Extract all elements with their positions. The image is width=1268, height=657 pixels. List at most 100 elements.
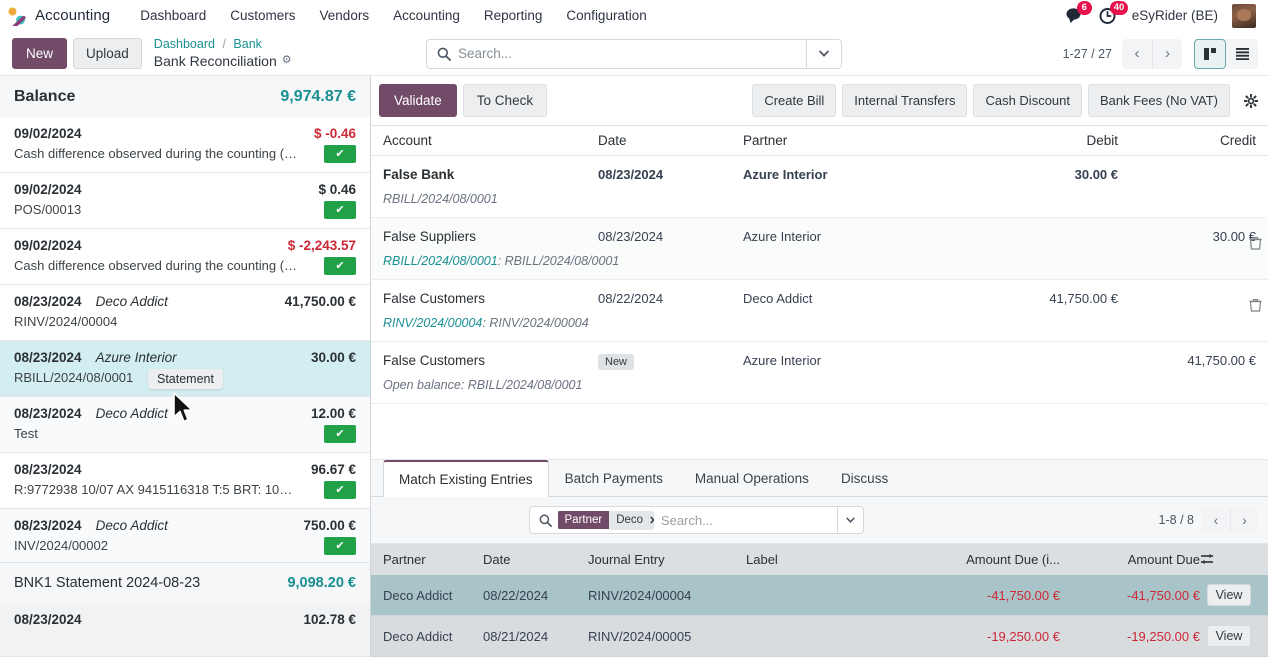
journal-item-reference: Open balance: RBILL/2024/08/0001 <box>383 378 582 392</box>
delete-row-icon[interactable] <box>1249 298 1262 315</box>
cash-discount-button[interactable]: Cash Discount <box>973 84 1082 117</box>
facet-remove-icon[interactable]: ✕ <box>649 514 654 527</box>
tab-discuss[interactable]: Discuss <box>825 460 904 497</box>
match-next-page-button[interactable]: › <box>1230 507 1258 533</box>
match-search-input[interactable] <box>661 513 837 528</box>
search-dropdown-toggle[interactable] <box>806 40 841 68</box>
create-bill-button[interactable]: Create Bill <box>752 84 836 117</box>
gear-icon[interactable]: ⚙ <box>282 54 292 68</box>
facet-value-wrapper: Deco ✕ <box>609 511 654 530</box>
statement-line[interactable]: 09/02/2024$ 0.46POS/00013✔ <box>0 173 370 229</box>
statement-line-reference: INV/2024/00002 <box>14 538 108 553</box>
reconciled-check-icon: ✔ <box>324 201 356 219</box>
journal-item-debit: 30.00 € <box>973 167 1136 206</box>
column-header-date: Date <box>483 552 588 567</box>
nav-item-customers[interactable]: Customers <box>218 4 307 27</box>
upload-button[interactable]: Upload <box>73 38 142 70</box>
match-search-dropdown-toggle[interactable] <box>837 507 863 533</box>
journal-item-credit <box>1136 167 1256 206</box>
breadcrumb-dashboard[interactable]: Dashboard <box>154 37 215 51</box>
nav-item-accounting[interactable]: Accounting <box>381 4 472 27</box>
statement-line-amount: 102.78 € <box>303 612 356 627</box>
statement-group-header[interactable]: BNK1 Statement 2024-08-23 9,098.20 € <box>0 562 370 603</box>
journal-item-partner: Azure Interior <box>743 229 973 268</box>
breadcrumb-bank[interactable]: Bank <box>233 37 262 51</box>
match-previous-page-button[interactable]: ‹ <box>1202 507 1230 533</box>
reconcile-tabs: Match Existing Entries Batch Payments Ma… <box>371 460 1268 497</box>
search-facet-partner[interactable]: Partner Deco ✕ <box>558 510 654 530</box>
journal-item-row[interactable]: False CustomersNewAzure Interior41,750.0… <box>371 342 1268 404</box>
match-entry-journal: RINV/2024/00004 <box>588 588 746 603</box>
navbar-right: 6 40 eSyRider (BE) <box>1066 4 1260 28</box>
match-pager-arrows: ‹ › <box>1202 507 1258 533</box>
tab-match-existing-entries[interactable]: Match Existing Entries <box>383 460 549 497</box>
statement-line-trailing[interactable]: 08/23/2024 102.78 € <box>0 603 370 657</box>
to-check-button[interactable]: To Check <box>463 84 547 117</box>
match-entry-date: 08/21/2024 <box>483 629 588 644</box>
kanban-view-button[interactable] <box>1194 39 1226 69</box>
toolbar-gear-icon[interactable] <box>1236 94 1262 108</box>
journal-item-row[interactable]: False Suppliers08/23/2024Azure Interior3… <box>371 218 1268 280</box>
journal-item-row[interactable]: False Bank08/23/2024Azure Interior30.00 … <box>371 156 1268 218</box>
statement-line[interactable]: 08/23/2024Deco Addict12.00 €Test✔ <box>0 397 370 453</box>
view-entry-button[interactable]: View <box>1207 584 1252 606</box>
match-filter-bar: Partner Deco ✕ 1-8 / 8 <box>371 497 1268 544</box>
column-header-account: Account <box>383 133 598 148</box>
list-view-button[interactable] <box>1226 39 1258 69</box>
nav-item-vendors[interactable]: Vendors <box>308 4 382 27</box>
match-search-bar: Partner Deco ✕ <box>529 506 864 534</box>
journal-item-credit: 41,750.00 € <box>1136 353 1256 392</box>
journal-item-reference: RBILL/2024/08/0001 <box>383 192 498 206</box>
statement-line[interactable]: 08/23/2024Deco Addict41,750.00 €RINV/202… <box>0 285 370 341</box>
activities-button[interactable]: 40 <box>1099 7 1118 25</box>
validate-button[interactable]: Validate <box>379 84 457 117</box>
view-entry-button[interactable]: View <box>1207 625 1252 647</box>
user-menu-label[interactable]: eSyRider (BE) <box>1132 8 1218 23</box>
statement-line[interactable]: 08/23/202496.67 €R:9772938 10/07 AX 9415… <box>0 453 370 509</box>
panel-spacer <box>371 404 1268 460</box>
search-input[interactable] <box>458 40 806 68</box>
journal-item-partner: Azure Interior <box>743 167 973 206</box>
journal-item-row[interactable]: False Customers08/22/2024Deco Addict41,7… <box>371 280 1268 342</box>
statement-line[interactable]: 09/02/2024$ -2,243.57Cash difference obs… <box>0 229 370 285</box>
tab-batch-payments[interactable]: Batch Payments <box>549 460 679 497</box>
journal-item-debit <box>973 353 1136 392</box>
reconciled-check-icon: ✔ <box>324 481 356 499</box>
view-switcher <box>1194 39 1258 69</box>
nav-item-configuration[interactable]: Configuration <box>554 4 658 27</box>
statement-line-date: 08/23/2024 <box>14 612 82 627</box>
statement-line-date: 08/23/2024 <box>14 462 82 477</box>
statement-line-amount: $ -0.46 <box>314 126 356 141</box>
statement-line[interactable]: 09/02/2024$ -0.46Cash difference observe… <box>0 117 370 173</box>
reconciled-check-icon: ✔ <box>324 257 356 275</box>
column-options-icon[interactable] <box>1200 553 1258 566</box>
column-header-journal-entry: Journal Entry <box>588 552 746 567</box>
journal-item-date-cell: 08/22/2024 <box>598 291 743 330</box>
match-entry-view-cell: View <box>1200 584 1258 606</box>
previous-page-button[interactable]: ‹ <box>1122 39 1152 69</box>
statement-line-reference: R:9772938 10/07 AX 9415116318 T:5 BRT: 1… <box>14 482 299 497</box>
journal-item-reference-link[interactable]: RBILL/2024/08/0001 <box>383 254 498 268</box>
internal-transfers-button[interactable]: Internal Transfers <box>842 84 967 117</box>
bank-fees-button[interactable]: Bank Fees (No VAT) <box>1088 84 1230 117</box>
journal-item-account: False Customers <box>383 353 598 368</box>
nav-item-reporting[interactable]: Reporting <box>472 4 555 27</box>
statement-sidebar: Balance 9,974.87 € 09/02/2024$ -0.46Cash… <box>0 76 371 657</box>
tab-manual-operations[interactable]: Manual Operations <box>679 460 825 497</box>
new-button[interactable]: New <box>12 38 67 70</box>
statement-line[interactable]: 08/23/2024Deco Addict750.00 €INV/2024/00… <box>0 509 370 562</box>
delete-row-icon[interactable] <box>1249 236 1262 253</box>
nav-item-dashboard[interactable]: Dashboard <box>128 4 218 27</box>
statement-line-list: 09/02/2024$ -0.46Cash difference observe… <box>0 117 370 562</box>
statement-line[interactable]: 08/23/2024Azure Interior30.00 €RBILL/202… <box>0 341 370 397</box>
match-entry-row[interactable]: Deco Addict08/22/2024RINV/2024/00004-41,… <box>371 575 1268 616</box>
balance-value: 9,974.87 € <box>280 88 356 106</box>
brand[interactable]: Accounting <box>6 6 110 26</box>
statement-line-amount: 41,750.00 € <box>285 294 356 309</box>
messages-button[interactable]: 6 <box>1066 7 1085 24</box>
match-entry-row[interactable]: Deco Addict08/21/2024RINV/2024/00005-19,… <box>371 616 1268 657</box>
journal-item-reference-link[interactable]: RINV/2024/00004 <box>383 316 482 330</box>
next-page-button[interactable]: › <box>1152 39 1182 69</box>
column-header-credit: Credit <box>1136 133 1256 148</box>
avatar[interactable] <box>1232 4 1256 28</box>
